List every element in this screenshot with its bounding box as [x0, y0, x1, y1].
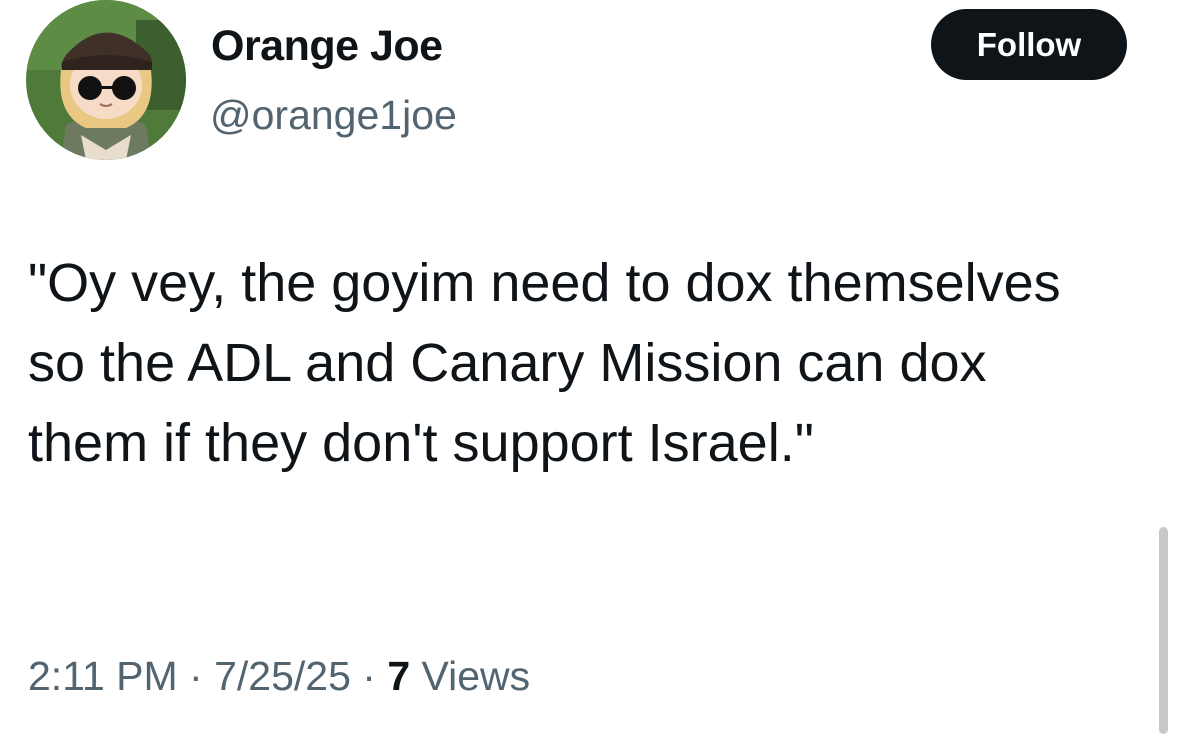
- profile-avatar-icon[interactable]: [26, 0, 186, 160]
- tweet-time[interactable]: 2:11 PM: [28, 653, 178, 699]
- meta-separator: ·: [350, 653, 388, 699]
- views-count[interactable]: 7: [387, 653, 410, 699]
- tweet-date[interactable]: 7/25/25: [214, 653, 351, 699]
- follow-button[interactable]: Follow: [931, 9, 1127, 80]
- author-handle[interactable]: @orange1joe: [210, 90, 457, 140]
- meta-separator: ·: [177, 653, 215, 699]
- author-display-name[interactable]: Orange Joe: [211, 18, 443, 74]
- scrollbar[interactable]: [1159, 527, 1168, 734]
- views-label: Views: [410, 653, 531, 699]
- tweet-text: "Oy vey, the goyim need to dox themselve…: [28, 253, 1076, 473]
- tweet-meta: 2:11 PM · 7/25/25 · 7 Views: [28, 646, 530, 706]
